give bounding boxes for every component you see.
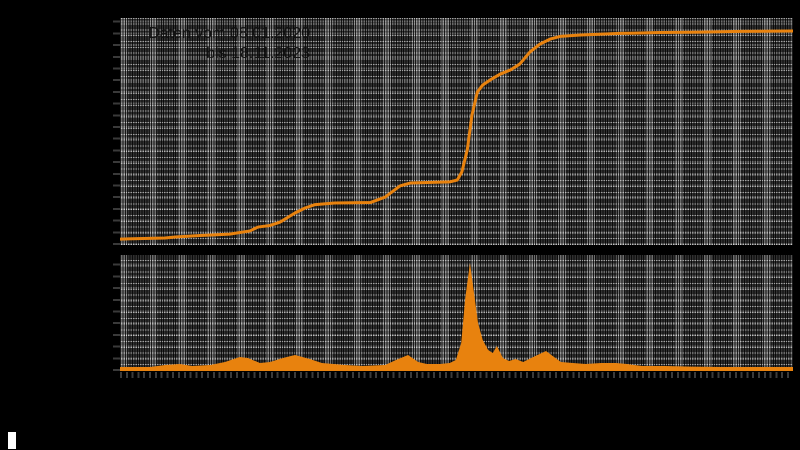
- daily-area-shape: [120, 263, 793, 371]
- daily-area-plot: [120, 263, 793, 371]
- text-cursor: [8, 432, 16, 449]
- y-axis-ticks-upper: [113, 18, 120, 245]
- chart-title: Daten vom 08.01.2020 bis 18.11.2023: [128, 24, 310, 64]
- chart-figure: Daten vom 08.01.2020 bis 18.11.2023: [0, 0, 800, 450]
- y-axis-ticks-lower: [113, 255, 120, 371]
- chart-title-line2: bis 18.11.2023: [206, 45, 310, 62]
- daily-panel: [120, 255, 793, 371]
- x-axis-ticks: [120, 372, 793, 378]
- chart-title-line1: Daten vom 08.01.2020: [148, 25, 310, 42]
- cumulative-panel: Daten vom 08.01.2020 bis 18.11.2023: [120, 18, 793, 245]
